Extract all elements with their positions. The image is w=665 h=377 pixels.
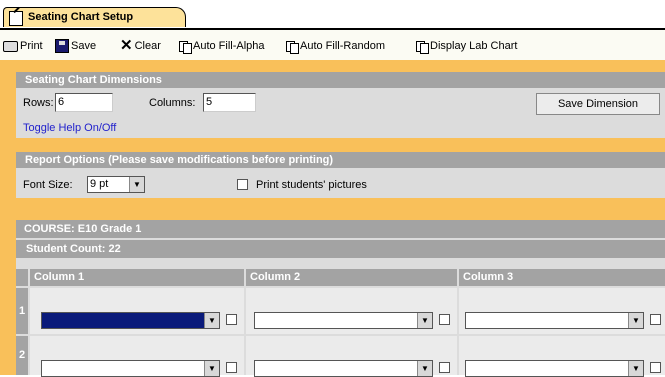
grid-corner <box>16 269 28 286</box>
save-dimension-button[interactable]: Save Dimension <box>536 93 660 115</box>
seat-select[interactable]: ▼ <box>254 360 433 377</box>
auto-fill-alpha-button[interactable]: Auto Fill-Alpha <box>179 38 265 54</box>
clear-button[interactable]: ✕ Clear <box>120 38 161 54</box>
toggle-help-link[interactable]: Toggle Help On/Off <box>23 122 116 134</box>
seat-cell: ▼ <box>244 288 457 334</box>
tab-seating-chart-setup[interactable]: Seating Chart Setup <box>3 7 186 27</box>
display-lab-chart-button[interactable]: Display Lab Chart <box>416 38 517 54</box>
report-options-panel: Report Options (Please save modification… <box>16 152 665 198</box>
seat-select[interactable]: ▼ <box>465 360 644 377</box>
auto-fill-random-label: Auto Fill-Random <box>300 40 385 52</box>
seat-checkbox[interactable] <box>439 362 450 373</box>
column-header-2: Column 2 <box>246 269 457 286</box>
report-options-title: Report Options (Please save modification… <box>16 152 665 168</box>
font-size-select[interactable]: 9 pt ▼ <box>87 176 145 193</box>
print-label: Print <box>20 40 43 52</box>
floppy-disk-icon <box>55 39 69 54</box>
columns-input[interactable]: 5 <box>203 93 256 112</box>
row-number-1: 1 <box>16 288 28 334</box>
display-lab-chart-label: Display Lab Chart <box>430 40 518 52</box>
column-header-1: Column 1 <box>30 269 244 286</box>
seat-select[interactable]: ▼ <box>41 312 220 329</box>
copy-document-icon <box>286 40 299 54</box>
printer-icon <box>3 40 18 52</box>
tab-bar: Seating Chart Setup <box>0 6 665 30</box>
seat-select[interactable]: ▼ <box>41 360 220 377</box>
print-pictures-checkbox[interactable] <box>237 179 248 190</box>
seat-cell: ▼ <box>457 336 665 377</box>
auto-fill-random-button[interactable]: Auto Fill-Random <box>286 38 385 54</box>
seat-select[interactable]: ▼ <box>254 312 433 329</box>
copy-document-icon <box>416 40 429 54</box>
print-button[interactable]: Print <box>3 38 43 54</box>
print-pictures-label: Print students' pictures <box>256 179 367 191</box>
auto-fill-alpha-label: Auto Fill-Alpha <box>193 40 265 52</box>
seat-checkbox[interactable] <box>439 314 450 325</box>
chevron-down-icon: ▼ <box>204 361 219 376</box>
clear-label: Clear <box>134 40 161 52</box>
rows-input[interactable]: 6 <box>55 93 113 112</box>
seat-cell: ▼ <box>244 336 457 377</box>
seat-select[interactable]: ▼ <box>465 312 644 329</box>
seat-checkbox[interactable] <box>226 362 237 373</box>
tab-label: Seating Chart Setup <box>28 11 134 23</box>
dimensions-panel: Seating Chart Dimensions Rows: 6 Columns… <box>16 72 665 138</box>
seat-cell: ▼ <box>28 288 244 334</box>
dimensions-panel-title: Seating Chart Dimensions <box>16 72 665 88</box>
chevron-down-icon: ▼ <box>417 313 432 328</box>
seat-checkbox[interactable] <box>650 362 661 373</box>
chevron-down-icon: ▼ <box>628 313 643 328</box>
chevron-down-icon: ▼ <box>129 177 144 192</box>
seat-checkbox[interactable] <box>226 314 237 325</box>
font-size-label: Font Size: <box>23 179 73 191</box>
copy-document-icon <box>179 40 192 54</box>
edit-document-icon <box>9 11 23 26</box>
course-title: COURSE: E10 Grade 1 <box>16 220 665 238</box>
column-header-3: Column 3 <box>459 269 665 286</box>
chevron-down-icon: ▼ <box>417 361 432 376</box>
seat-cell: ▼ <box>457 288 665 334</box>
student-count: Student Count: 22 <box>16 238 665 258</box>
save-label: Save <box>71 40 97 52</box>
columns-label: Columns: <box>149 97 196 109</box>
toolbar: Print Save ✕ Clear Auto Fill-Alpha Auto F… <box>0 30 665 60</box>
save-button[interactable]: Save <box>55 38 96 54</box>
course-panel: COURSE: E10 Grade 1 Student Count: 22 Co… <box>16 220 665 377</box>
row-number-2: 2 <box>16 336 28 375</box>
rows-label: Rows: <box>23 97 54 109</box>
close-icon: ✕ <box>120 37 133 55</box>
chevron-down-icon: ▼ <box>204 313 219 328</box>
seat-checkbox[interactable] <box>650 314 661 325</box>
font-size-value: 9 pt <box>90 178 109 190</box>
chevron-down-icon: ▼ <box>628 361 643 376</box>
seat-cell: ▼ <box>28 336 244 377</box>
